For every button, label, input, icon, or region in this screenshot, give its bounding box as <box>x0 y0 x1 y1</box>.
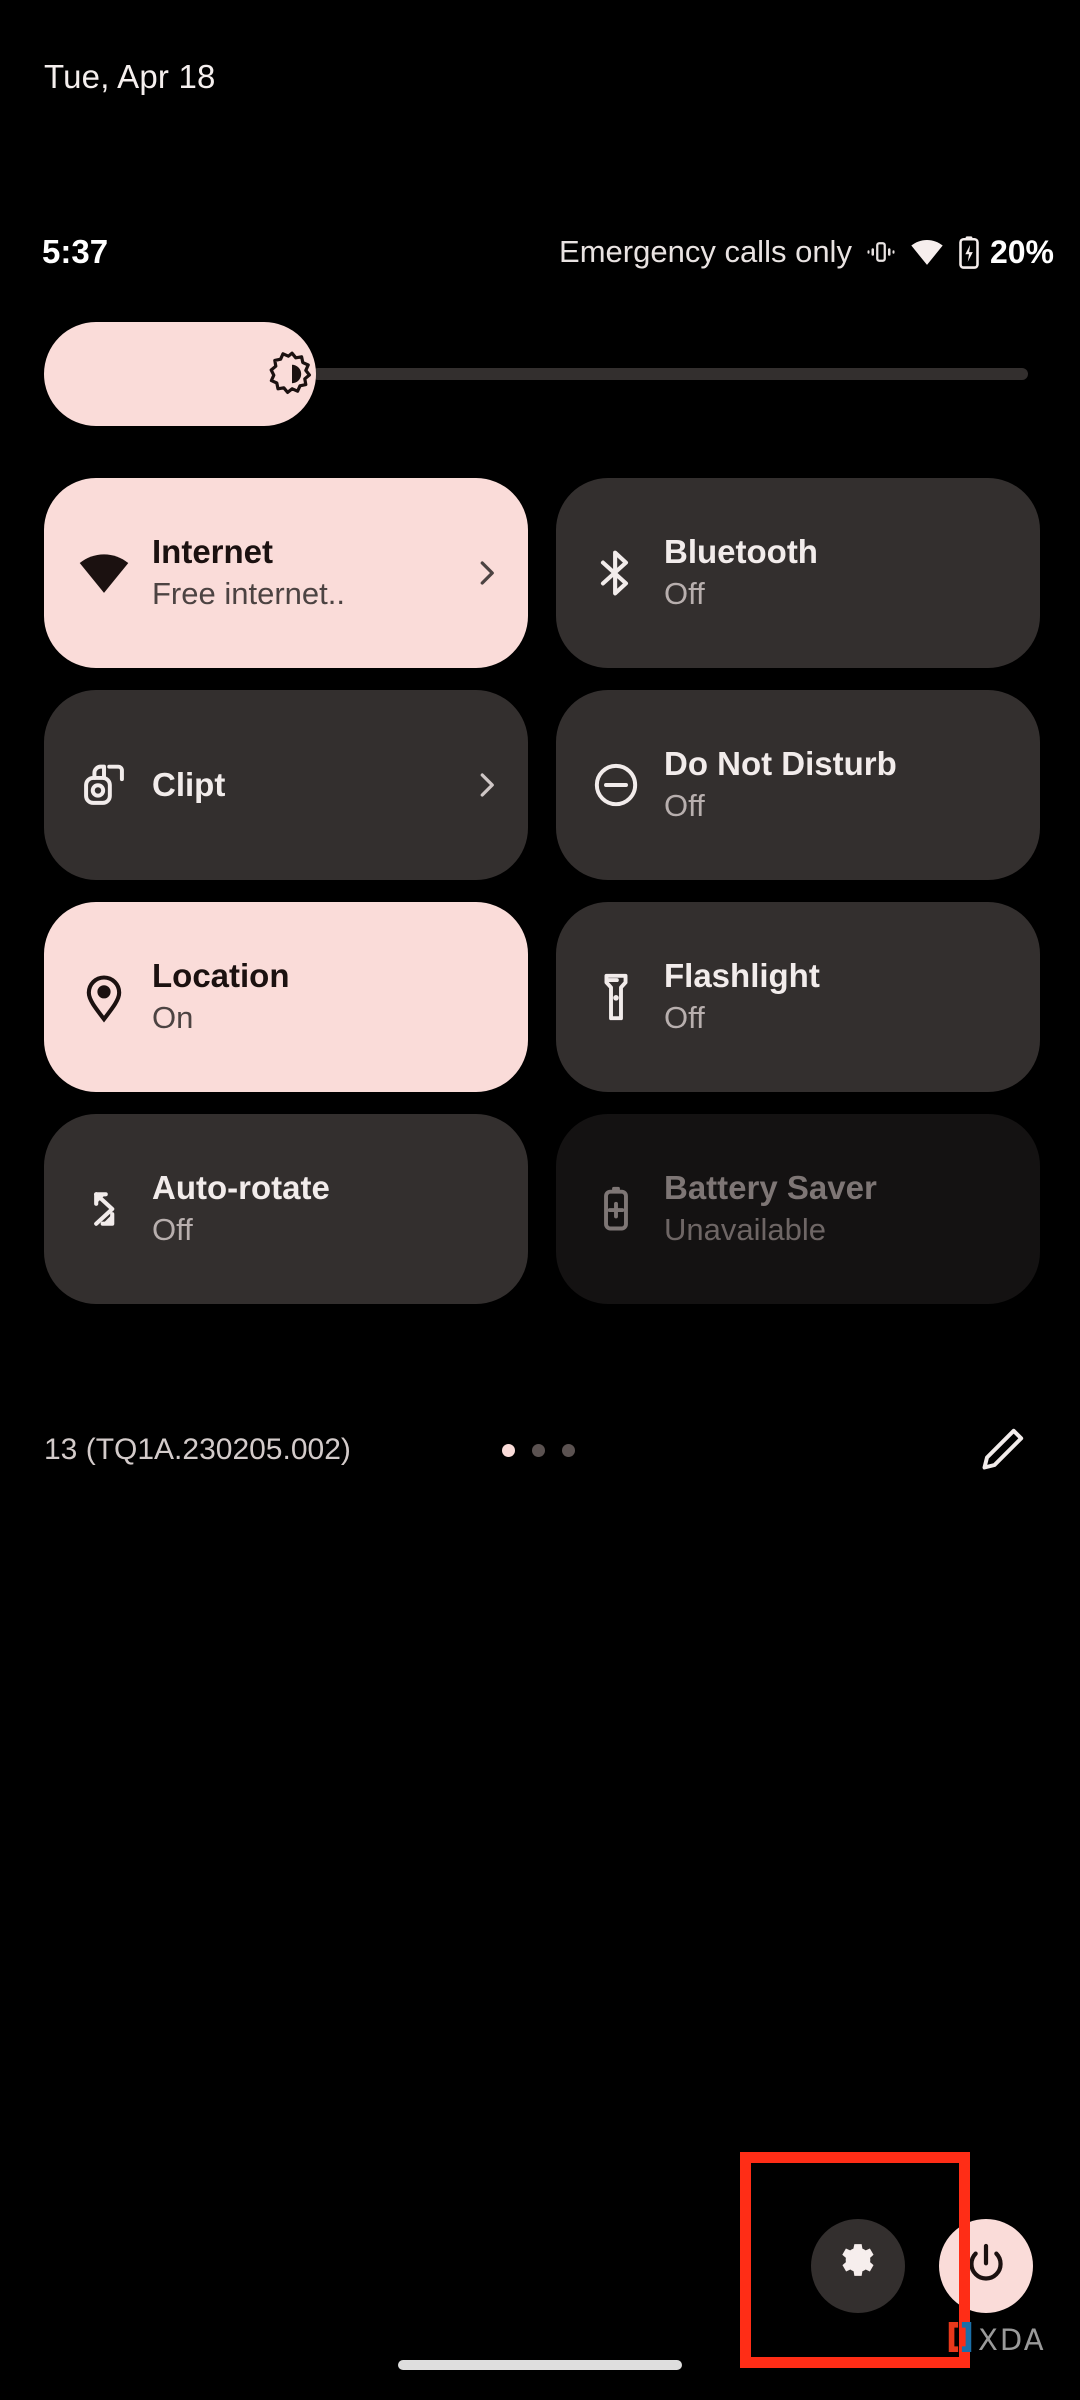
tile-bluetooth[interactable]: Bluetooth Off <box>556 478 1040 668</box>
tile-sublabel: Off <box>664 575 705 611</box>
chevron-right-icon[interactable] <box>470 557 502 589</box>
pencil-edit-icon[interactable] <box>974 1422 1030 1478</box>
auto-rotate-icon <box>78 1183 130 1235</box>
tile-flashlight[interactable]: Flashlight Off <box>556 902 1040 1092</box>
tile-internet[interactable]: Internet Free internet.. <box>44 478 528 668</box>
quick-settings-footer: 13 (TQ1A.230205.002) <box>44 1400 1040 1500</box>
tile-clipt[interactable]: Clipt <box>44 690 528 880</box>
status-icons-group: Emergency calls only 20% <box>559 234 1054 271</box>
tile-label: Do Not Disturb <box>664 744 897 782</box>
gesture-nav-pill[interactable] <box>398 2360 682 2370</box>
gear-icon <box>835 2241 881 2292</box>
tile-label: Location <box>152 956 290 994</box>
date-header: Tue, Apr 18 <box>44 58 216 95</box>
status-bar: 5:37 Emergency calls only 20% <box>0 230 1080 274</box>
tile-label: Auto-rotate <box>152 1168 330 1206</box>
tile-label: Clipt <box>152 765 226 803</box>
tile-text-group: Auto-rotate Off <box>152 1169 502 1250</box>
tile-sublabel: Free internet.. <box>152 575 345 611</box>
tile-sublabel: Unavailable <box>664 1211 826 1247</box>
tile-location[interactable]: Location On <box>44 902 528 1092</box>
tile-label: Flashlight <box>664 956 820 994</box>
tile-text-group: Internet Free internet.. <box>152 533 460 614</box>
xda-wordmark: XDA <box>978 2322 1046 2357</box>
tile-text-group: Do Not Disturb Off <box>664 745 1014 826</box>
clipt-icon <box>78 759 130 811</box>
tile-text-group: Battery Saver Unavailable <box>664 1169 1014 1250</box>
tile-do-not-disturb[interactable]: Do Not Disturb Off <box>556 690 1040 880</box>
vibrate-icon <box>866 237 896 267</box>
brightness-icon <box>268 350 316 398</box>
page-dot[interactable] <box>532 1443 545 1457</box>
tile-text-group: Location On <box>152 957 502 1038</box>
settings-button[interactable] <box>811 2219 905 2313</box>
location-pin-icon <box>78 971 130 1023</box>
bottom-action-bar <box>0 2219 1080 2313</box>
battery-saver-icon <box>590 1183 642 1235</box>
battery-charging-icon <box>958 235 980 269</box>
battery-percent-label: 20% <box>989 233 1054 270</box>
tile-text-group: Bluetooth Off <box>664 533 1014 614</box>
tile-sublabel: Off <box>664 787 705 823</box>
wifi-icon <box>78 547 130 599</box>
tile-auto-rotate[interactable]: Auto-rotate Off <box>44 1114 528 1304</box>
power-icon <box>963 2241 1009 2292</box>
tile-text-group: Clipt <box>152 766 460 805</box>
power-button[interactable] <box>939 2219 1033 2313</box>
tile-sublabel: Off <box>152 1211 193 1247</box>
tile-text-group: Flashlight Off <box>664 957 1014 1038</box>
xda-watermark: XDA <box>948 2322 1046 2357</box>
tile-sublabel: On <box>152 999 194 1035</box>
do-not-disturb-icon <box>590 759 642 811</box>
status-clock: 5:37 <box>42 233 109 270</box>
brightness-track <box>312 368 1028 380</box>
brightness-slider[interactable] <box>44 322 1040 426</box>
page-dot[interactable] <box>502 1443 515 1457</box>
xda-bracket-logo-icon <box>948 2322 972 2357</box>
tile-label: Internet <box>152 532 274 570</box>
bluetooth-icon <box>590 547 642 599</box>
carrier-label: Emergency calls only <box>559 234 852 269</box>
tile-label: Bluetooth <box>664 532 818 570</box>
quick-settings-grid: Internet Free internet.. Bluetooth Off C… <box>44 478 1040 1304</box>
flashlight-icon <box>590 971 642 1023</box>
page-indicator[interactable] <box>502 1443 575 1457</box>
build-number-label: 13 (TQ1A.230205.002) <box>44 1433 351 1466</box>
tile-battery-saver[interactable]: Battery Saver Unavailable <box>556 1114 1040 1304</box>
tile-sublabel: Off <box>664 999 705 1035</box>
wifi-icon <box>910 238 944 266</box>
page-dot[interactable] <box>562 1443 575 1457</box>
chevron-right-icon[interactable] <box>470 769 502 801</box>
tile-label: Battery Saver <box>664 1168 877 1206</box>
